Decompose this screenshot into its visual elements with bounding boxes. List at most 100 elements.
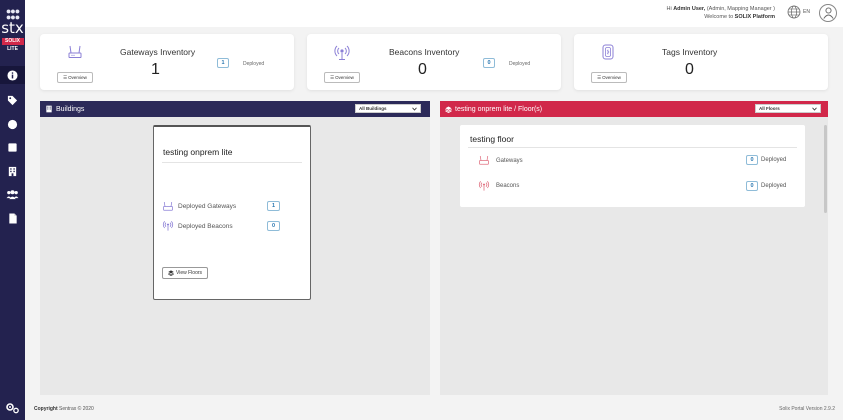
greeting-prefix: Hi bbox=[666, 6, 672, 12]
sidebar-item-documents[interactable] bbox=[0, 209, 25, 227]
floor-gateways-count: 0 bbox=[746, 155, 758, 165]
deployed-label: Deployed bbox=[243, 61, 265, 67]
list-icon: ☰ bbox=[597, 74, 602, 80]
copyright-label: Copyright bbox=[34, 406, 58, 412]
gateway-icon bbox=[163, 201, 173, 211]
footer-version: Solix Portal Version 2.9.2 bbox=[779, 406, 835, 412]
language-selector[interactable]: EN bbox=[787, 5, 810, 19]
view-floors-button[interactable]: View Floors bbox=[162, 267, 208, 279]
logo-sub: LITE bbox=[7, 46, 18, 52]
card-count: 0 bbox=[418, 61, 427, 78]
language-code: EN bbox=[803, 9, 810, 15]
logo-text: stx bbox=[1, 19, 24, 37]
beacon-icon bbox=[478, 181, 490, 191]
deployed-gateways-count: 1 bbox=[267, 201, 280, 211]
gateway-icon bbox=[67, 44, 83, 65]
row-label: Gateways bbox=[496, 157, 523, 164]
gears-icon bbox=[6, 403, 19, 414]
buildings-panel: Buildings All Buildings testing onprem l… bbox=[40, 101, 430, 395]
buildings-panel-header: Buildings All Buildings bbox=[40, 101, 430, 117]
footer-copyright: Copyright Sentrax © 2020 bbox=[34, 406, 94, 412]
chevron-down-icon bbox=[412, 107, 417, 112]
beacon-icon bbox=[333, 44, 351, 67]
platform-name: SOLIX Platform bbox=[734, 14, 775, 20]
select-value: All Buildings bbox=[359, 106, 387, 111]
gateways-overview-button[interactable]: ☰ Overview bbox=[57, 72, 93, 83]
deployed-label: Deployed bbox=[761, 183, 787, 189]
sidebar-item-square[interactable] bbox=[0, 138, 25, 156]
divider bbox=[468, 147, 797, 148]
row-label: Beacons bbox=[496, 183, 520, 189]
floor-card[interactable]: testing floor Gateways 0 Deployed Beacon… bbox=[460, 125, 805, 207]
select-value: All Floors bbox=[759, 106, 780, 111]
deployed-label: Deployed bbox=[509, 61, 531, 67]
copyright-text: Sentrax © 2020 bbox=[59, 406, 94, 412]
sidebar-item-dashboard[interactable] bbox=[0, 66, 25, 84]
view-floors-label: View Floors bbox=[175, 270, 203, 276]
square-icon bbox=[8, 142, 17, 152]
divider bbox=[162, 162, 302, 163]
logo-badge: SOLIX bbox=[1, 38, 24, 45]
welcome-prefix: Welcome to bbox=[704, 14, 734, 20]
overview-label: Overview bbox=[68, 75, 87, 80]
deployed-gateways-row: Deployed Gateways bbox=[162, 201, 236, 212]
sidebar-item-buildings[interactable] bbox=[0, 162, 25, 180]
tags-inventory-card: ☰ Overview Tags Inventory 0 bbox=[574, 34, 828, 90]
floor-beacons-count: 0 bbox=[746, 181, 758, 191]
panel-title: testing onprem lite / Floor(s) bbox=[455, 105, 543, 113]
building-name: testing onprem lite bbox=[163, 147, 233, 157]
overview-label: Overview bbox=[335, 75, 354, 80]
info-icon bbox=[7, 69, 18, 81]
card-count: 1 bbox=[151, 61, 160, 78]
beacons-overview-button[interactable]: ☰ Overview bbox=[324, 72, 360, 83]
sidebar-item-tags[interactable] bbox=[0, 91, 25, 109]
list-icon: ☰ bbox=[330, 74, 335, 80]
gateway-icon bbox=[479, 155, 489, 165]
deployed-label: Deployed bbox=[761, 157, 787, 163]
top-header: Hi Admin User, (Admin, Mapping Manager )… bbox=[25, 0, 843, 27]
settings-button[interactable] bbox=[5, 401, 20, 419]
sidebar: ●●● ●●● stx SOLIX LITE bbox=[0, 0, 25, 420]
floors-panel-header: testing onprem lite / Floor(s) All Floor… bbox=[440, 101, 828, 117]
sidebar-item-users[interactable] bbox=[0, 185, 25, 203]
beacons-inventory-card: ☰ Overview Beacons Inventory 0 0 Deploye… bbox=[307, 34, 561, 90]
floors-panel: testing onprem lite / Floor(s) All Floor… bbox=[440, 101, 828, 395]
tag-device-icon bbox=[602, 44, 614, 65]
deployed-count-badge: 1 bbox=[217, 58, 229, 68]
logo: ●●● ●●● stx SOLIX LITE bbox=[0, 7, 25, 53]
floors-filter-select[interactable]: All Floors bbox=[755, 104, 821, 113]
buildings-filter-select[interactable]: All Buildings bbox=[355, 104, 421, 113]
row-label: Deployed Beacons bbox=[178, 222, 233, 230]
tags-overview-button[interactable]: ☰ Overview bbox=[591, 72, 627, 83]
building-icon bbox=[8, 166, 17, 176]
gateways-inventory-card: ☰ Overview Gateways Inventory 1 1 Deploy… bbox=[40, 34, 294, 90]
panel-title: Buildings bbox=[56, 105, 85, 113]
floors-scrollbar[interactable] bbox=[824, 125, 827, 213]
building-icon bbox=[46, 105, 52, 113]
user-name: Admin User, bbox=[673, 6, 706, 12]
welcome-text: Hi Admin User, (Admin, Mapping Manager )… bbox=[666, 5, 775, 21]
user-icon bbox=[822, 7, 834, 19]
layers-icon bbox=[445, 105, 452, 113]
sidebar-item-circle[interactable] bbox=[0, 115, 25, 133]
card-title: Gateways Inventory bbox=[120, 47, 196, 57]
beacon-icon bbox=[162, 221, 174, 231]
chevron-down-icon bbox=[812, 107, 817, 112]
deployed-beacons-count: 0 bbox=[267, 221, 280, 231]
users-icon bbox=[6, 189, 19, 199]
tag-icon bbox=[7, 95, 18, 105]
deployed-beacons-row: Deployed Beacons bbox=[162, 220, 233, 232]
list-icon: ☰ bbox=[63, 74, 68, 80]
floor-beacons-row: Beacons bbox=[478, 180, 519, 192]
user-menu-button[interactable] bbox=[819, 4, 837, 22]
floor-gateways-row: Gateways bbox=[478, 155, 523, 166]
card-count: 0 bbox=[685, 61, 694, 78]
user-role: (Admin, Mapping Manager ) bbox=[706, 6, 775, 12]
circle-icon bbox=[7, 119, 18, 129]
building-card[interactable]: testing onprem lite Deployed Gateways 1 … bbox=[153, 125, 311, 300]
document-icon bbox=[8, 212, 17, 224]
card-title: Tags Inventory bbox=[662, 47, 718, 57]
deployed-count-badge: 0 bbox=[483, 58, 495, 68]
globe-icon bbox=[787, 5, 801, 19]
floor-name: testing floor bbox=[470, 134, 514, 144]
